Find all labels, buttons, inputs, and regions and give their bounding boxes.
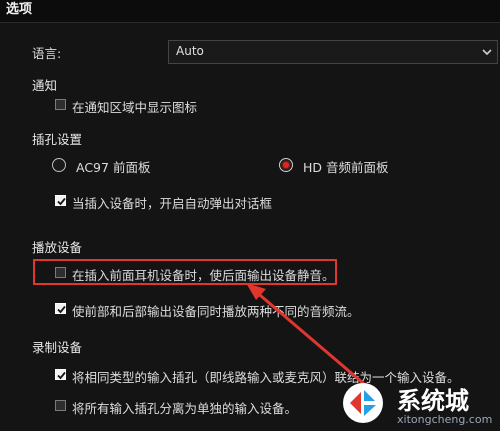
annotation-arrow <box>246 283 372 391</box>
watermark-brand: 系统城 <box>397 387 469 415</box>
watermark-url: xitongcheng.com <box>397 413 493 426</box>
watermark-logo-icon <box>343 383 383 423</box>
